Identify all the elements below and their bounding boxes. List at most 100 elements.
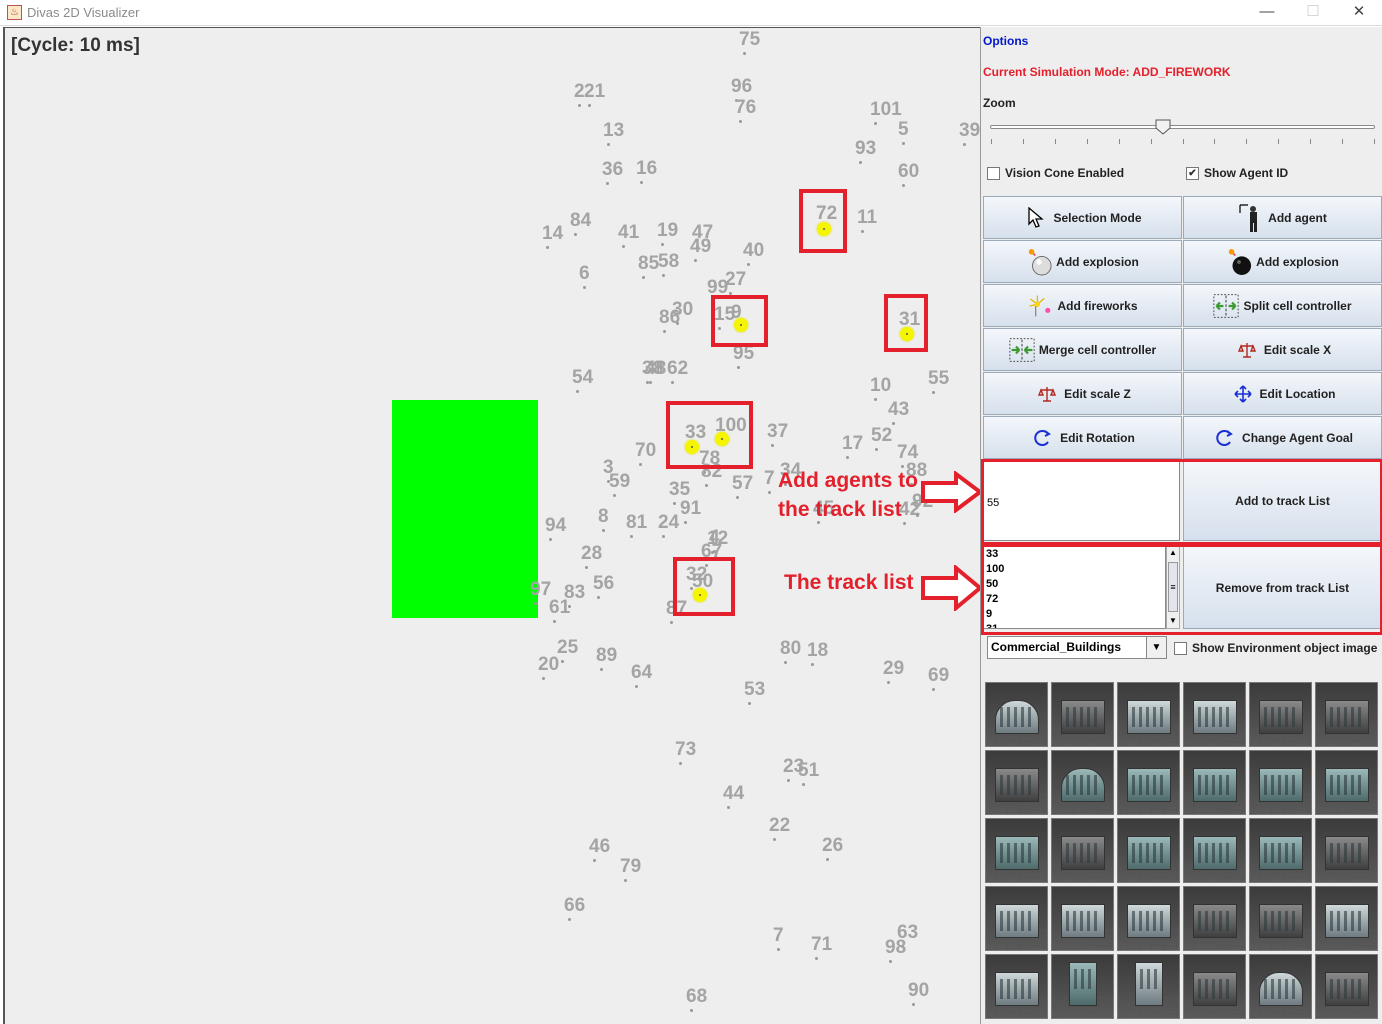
agent-61-marker[interactable] bbox=[553, 620, 556, 623]
agent-7-marker[interactable] bbox=[768, 491, 771, 494]
environment-object[interactable] bbox=[392, 400, 538, 618]
building-thumbnail[interactable] bbox=[1315, 682, 1378, 747]
agent-25-label[interactable]: 25 bbox=[557, 638, 578, 657]
agent-39-label[interactable]: 39 bbox=[959, 121, 980, 140]
agent-69-label[interactable]: 69 bbox=[928, 666, 949, 685]
building-thumbnail[interactable] bbox=[1249, 954, 1312, 1019]
building-thumbnail[interactable] bbox=[1117, 954, 1180, 1019]
zoom-slider-thumb[interactable] bbox=[1155, 119, 1171, 135]
agent-89-label[interactable]: 89 bbox=[596, 646, 617, 665]
agent-17-marker[interactable] bbox=[846, 456, 849, 459]
agent-48-marker[interactable] bbox=[649, 381, 652, 384]
agent-49-label[interactable]: 49 bbox=[690, 237, 711, 256]
agent-81-marker[interactable] bbox=[630, 535, 633, 538]
agent-13-marker[interactable] bbox=[607, 143, 610, 146]
building-thumbnail[interactable] bbox=[1315, 750, 1378, 815]
agent-73-label[interactable]: 73 bbox=[675, 740, 696, 759]
agent-94-marker[interactable] bbox=[549, 538, 552, 541]
agent-19-marker[interactable] bbox=[661, 243, 664, 246]
edit-scale-z-button[interactable]: Edit scale Z bbox=[983, 372, 1182, 415]
agent-24-label[interactable]: 24 bbox=[658, 513, 679, 532]
agent-71-marker[interactable] bbox=[815, 957, 818, 960]
edit-scale-x-button[interactable]: Edit scale X bbox=[1183, 328, 1382, 371]
agent-64-label[interactable]: 64 bbox=[631, 663, 652, 682]
agent-21-label[interactable]: 21 bbox=[584, 82, 605, 101]
split-cell-controller-button[interactable]: Split cell controller bbox=[1183, 284, 1382, 327]
agent-7-label[interactable]: 7 bbox=[773, 926, 784, 945]
agent-42-marker[interactable] bbox=[903, 522, 906, 525]
agent-85-marker[interactable] bbox=[642, 276, 645, 279]
agent-37-label[interactable]: 37 bbox=[767, 422, 788, 441]
checkbox-box[interactable] bbox=[1174, 641, 1187, 655]
edit-location-button[interactable]: Edit Location bbox=[1183, 372, 1382, 415]
agent-11-marker[interactable] bbox=[861, 230, 864, 233]
edit-rotation-button[interactable]: Edit Rotation bbox=[983, 416, 1182, 459]
agent-2-label[interactable]: 2 bbox=[574, 82, 585, 101]
agent-91-marker[interactable] bbox=[684, 521, 687, 524]
agent-54-label[interactable]: 54 bbox=[572, 368, 593, 387]
building-thumbnail[interactable] bbox=[1051, 750, 1114, 815]
building-thumbnail[interactable] bbox=[1315, 954, 1378, 1019]
agent-62-label[interactable]: 62 bbox=[667, 359, 688, 378]
building-thumbnail[interactable] bbox=[1315, 886, 1378, 951]
agent-91-label[interactable]: 91 bbox=[680, 499, 701, 518]
agent-79-marker[interactable] bbox=[624, 879, 627, 882]
agent-90-marker[interactable] bbox=[912, 1003, 915, 1006]
agent-26-marker[interactable] bbox=[826, 858, 829, 861]
building-thumbnail[interactable] bbox=[1051, 682, 1114, 747]
building-thumbnail[interactable] bbox=[985, 682, 1048, 747]
agent-62-marker[interactable] bbox=[671, 381, 674, 384]
selection-mode-button[interactable]: Selection Mode bbox=[983, 196, 1182, 239]
close-button[interactable]: ✕ bbox=[1336, 0, 1382, 26]
building-thumbnail[interactable] bbox=[1117, 750, 1180, 815]
agent-40-label[interactable]: 40 bbox=[743, 241, 764, 260]
agent-84-label[interactable]: 84 bbox=[570, 211, 591, 230]
agent-56-marker[interactable] bbox=[597, 596, 600, 599]
agent-93-marker[interactable] bbox=[859, 161, 862, 164]
agent-53-label[interactable]: 53 bbox=[744, 680, 765, 699]
building-thumbnail[interactable] bbox=[1117, 682, 1180, 747]
building-thumbnail[interactable] bbox=[1183, 886, 1246, 951]
agent-35-marker[interactable] bbox=[673, 502, 676, 505]
agent-66-marker[interactable] bbox=[568, 918, 571, 921]
agent-68-marker[interactable] bbox=[690, 1009, 693, 1012]
agent-27-label[interactable]: 27 bbox=[725, 270, 746, 289]
agent-7-marker[interactable] bbox=[777, 948, 780, 951]
agent-16-marker[interactable] bbox=[640, 181, 643, 184]
checkbox-box[interactable] bbox=[987, 166, 1000, 180]
building-thumbnail[interactable] bbox=[1051, 954, 1114, 1019]
agent-68-label[interactable]: 68 bbox=[686, 987, 707, 1006]
building-thumbnail[interactable] bbox=[985, 750, 1048, 815]
agent-98-marker[interactable] bbox=[889, 960, 892, 963]
agent-10-label[interactable]: 10 bbox=[870, 376, 891, 395]
agent-51-marker[interactable] bbox=[802, 783, 805, 786]
agent-60-label[interactable]: 60 bbox=[898, 162, 919, 181]
agent-79-label[interactable]: 79 bbox=[620, 857, 641, 876]
checkbox-box-checked[interactable]: ✔ bbox=[1186, 166, 1199, 180]
agent-89-marker[interactable] bbox=[600, 668, 603, 671]
agent-14-marker[interactable] bbox=[546, 246, 549, 249]
agent-44-label[interactable]: 44 bbox=[723, 784, 744, 803]
agent-94-label[interactable]: 94 bbox=[545, 516, 566, 535]
agent-37-marker[interactable] bbox=[771, 444, 774, 447]
agent-90-label[interactable]: 90 bbox=[908, 981, 929, 1000]
building-thumbnail[interactable] bbox=[1117, 818, 1180, 883]
agent-69-marker[interactable] bbox=[932, 688, 935, 691]
agent-73-marker[interactable] bbox=[679, 762, 682, 765]
agent-55-marker[interactable] bbox=[932, 391, 935, 394]
agent-54-marker[interactable] bbox=[576, 390, 579, 393]
agent-13-label[interactable]: 13 bbox=[603, 121, 624, 140]
agent-40-marker[interactable] bbox=[747, 263, 750, 266]
agent-20-label[interactable]: 20 bbox=[538, 655, 559, 674]
agent-46-label[interactable]: 46 bbox=[589, 837, 610, 856]
agent-2-marker[interactable] bbox=[578, 104, 581, 107]
building-thumbnail[interactable] bbox=[1051, 886, 1114, 951]
show-agent-id-checkbox[interactable]: ✔ Show Agent ID bbox=[1186, 166, 1288, 180]
agent-49-marker[interactable] bbox=[694, 259, 697, 262]
agent-80-label[interactable]: 80 bbox=[780, 639, 801, 658]
agent-82-marker[interactable] bbox=[705, 484, 708, 487]
agent-8-marker[interactable] bbox=[602, 529, 605, 532]
building-thumbnail[interactable] bbox=[1183, 954, 1246, 1019]
change-agent-goal-button[interactable]: Change Agent Goal bbox=[1183, 416, 1382, 459]
agent-59-marker[interactable] bbox=[613, 494, 616, 497]
